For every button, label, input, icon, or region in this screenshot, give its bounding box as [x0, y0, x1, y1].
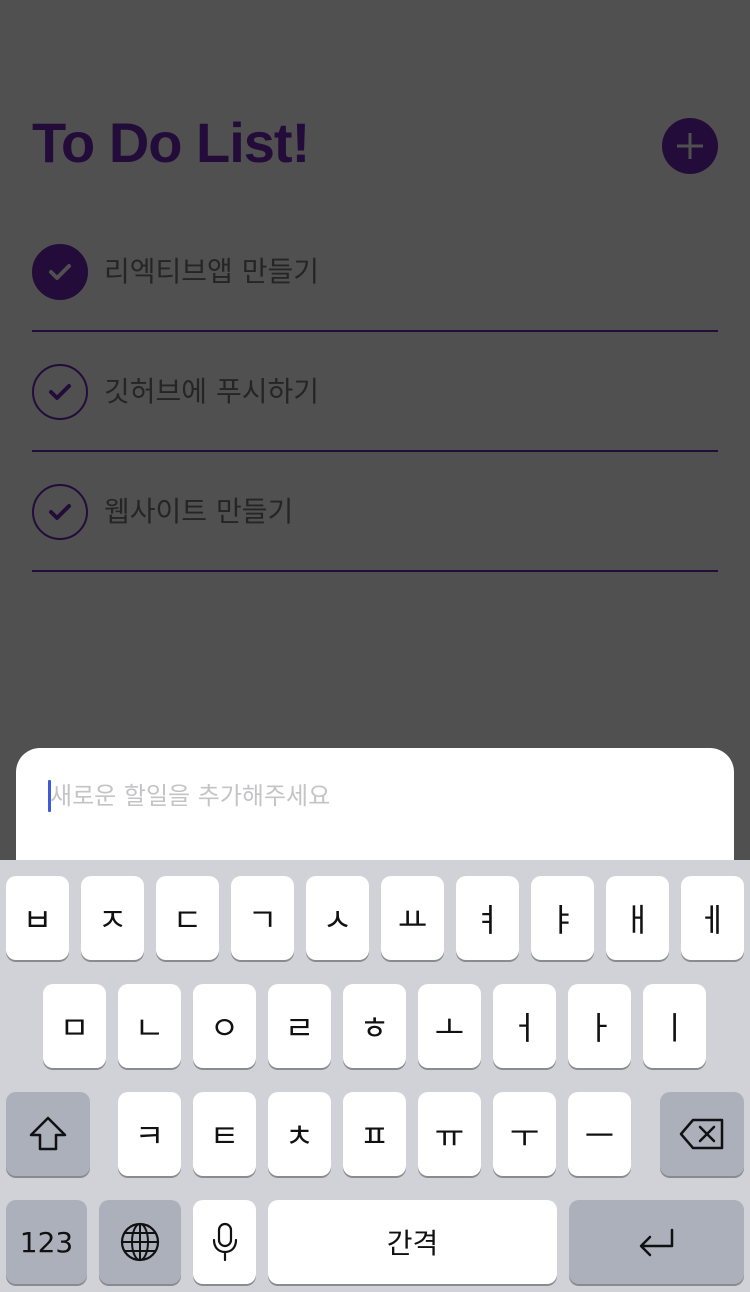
- todo-text: 웹사이트 만들기: [104, 495, 294, 528]
- checkmark-icon: [49, 264, 71, 280]
- backspace-icon: [679, 1118, 724, 1150]
- complete-toggle[interactable]: [32, 244, 88, 300]
- key[interactable]: ㅔ: [681, 876, 744, 960]
- key[interactable]: ㅜ: [493, 1092, 556, 1176]
- key[interactable]: ㄷ: [156, 876, 219, 960]
- checkmark-icon: [49, 384, 71, 400]
- key[interactable]: ㅕ: [456, 876, 519, 960]
- key[interactable]: ㅛ: [381, 876, 444, 960]
- complete-toggle[interactable]: [32, 484, 88, 540]
- space-key[interactable]: 간격: [268, 1200, 557, 1284]
- key[interactable]: ㅡ: [568, 1092, 631, 1176]
- add-todo-button[interactable]: [662, 118, 718, 174]
- todo-text: 깃허브에 푸시하기: [104, 375, 319, 408]
- todo-text: 리엑티브앱 만들기: [104, 255, 319, 288]
- keyboard: ㅂ ㅈ ㄷ ㄱ ㅅ ㅛ ㅕ ㅑ ㅐ ㅔ ㅁ ㄴ ㅇ ㄹ ㅎ ㅗ ㅓ ㅏ ㅣ ㅋ …: [0, 860, 750, 1292]
- key[interactable]: ㅓ: [493, 984, 556, 1068]
- key[interactable]: ㄱ: [231, 876, 294, 960]
- key[interactable]: ㅑ: [531, 876, 594, 960]
- key[interactable]: ㅇ: [193, 984, 256, 1068]
- key[interactable]: ㅍ: [343, 1092, 406, 1176]
- numbers-key[interactable]: 123: [6, 1200, 87, 1284]
- shift-key[interactable]: [6, 1092, 90, 1176]
- key[interactable]: ㅎ: [343, 984, 406, 1068]
- key[interactable]: ㅁ: [43, 984, 106, 1068]
- shift-icon: [29, 1116, 67, 1151]
- globe-key[interactable]: [99, 1200, 181, 1284]
- globe-icon: [120, 1222, 160, 1262]
- checkmark-icon: [49, 504, 71, 520]
- key[interactable]: ㅅ: [306, 876, 369, 960]
- key[interactable]: ㅣ: [643, 984, 706, 1068]
- todo-list: 리엑티브앱 만들기 깃허브에 푸시하기 웹사이트 만들기: [32, 212, 718, 572]
- plus-icon: [677, 133, 703, 159]
- key[interactable]: ㄴ: [118, 984, 181, 1068]
- page-title: To Do List!: [32, 111, 310, 174]
- key[interactable]: ㅠ: [418, 1092, 481, 1176]
- complete-toggle[interactable]: [32, 364, 88, 420]
- list-item: 깃허브에 푸시하기: [32, 332, 718, 452]
- return-icon: [639, 1228, 673, 1257]
- backspace-key[interactable]: [660, 1092, 744, 1176]
- microphone-icon: [212, 1222, 237, 1262]
- add-todo-sheet: [16, 748, 734, 860]
- key[interactable]: ㄹ: [268, 984, 331, 1068]
- key[interactable]: ㅐ: [606, 876, 669, 960]
- todo-app: To Do List! 리엑티브앱 만들기 깃허브에 푸시하기 웹사이트 만들기: [0, 0, 750, 860]
- key[interactable]: ㅈ: [81, 876, 144, 960]
- list-item: 리엑티브앱 만들기: [32, 212, 718, 332]
- return-key[interactable]: [569, 1200, 744, 1284]
- list-item: 웹사이트 만들기: [32, 452, 718, 572]
- key[interactable]: ㅗ: [418, 984, 481, 1068]
- key[interactable]: ㅌ: [193, 1092, 256, 1176]
- key[interactable]: ㅊ: [268, 1092, 331, 1176]
- new-todo-input[interactable]: [50, 774, 710, 818]
- key[interactable]: ㅏ: [568, 984, 631, 1068]
- key[interactable]: ㅂ: [6, 876, 69, 960]
- microphone-key[interactable]: [193, 1200, 256, 1284]
- key[interactable]: ㅋ: [118, 1092, 181, 1176]
